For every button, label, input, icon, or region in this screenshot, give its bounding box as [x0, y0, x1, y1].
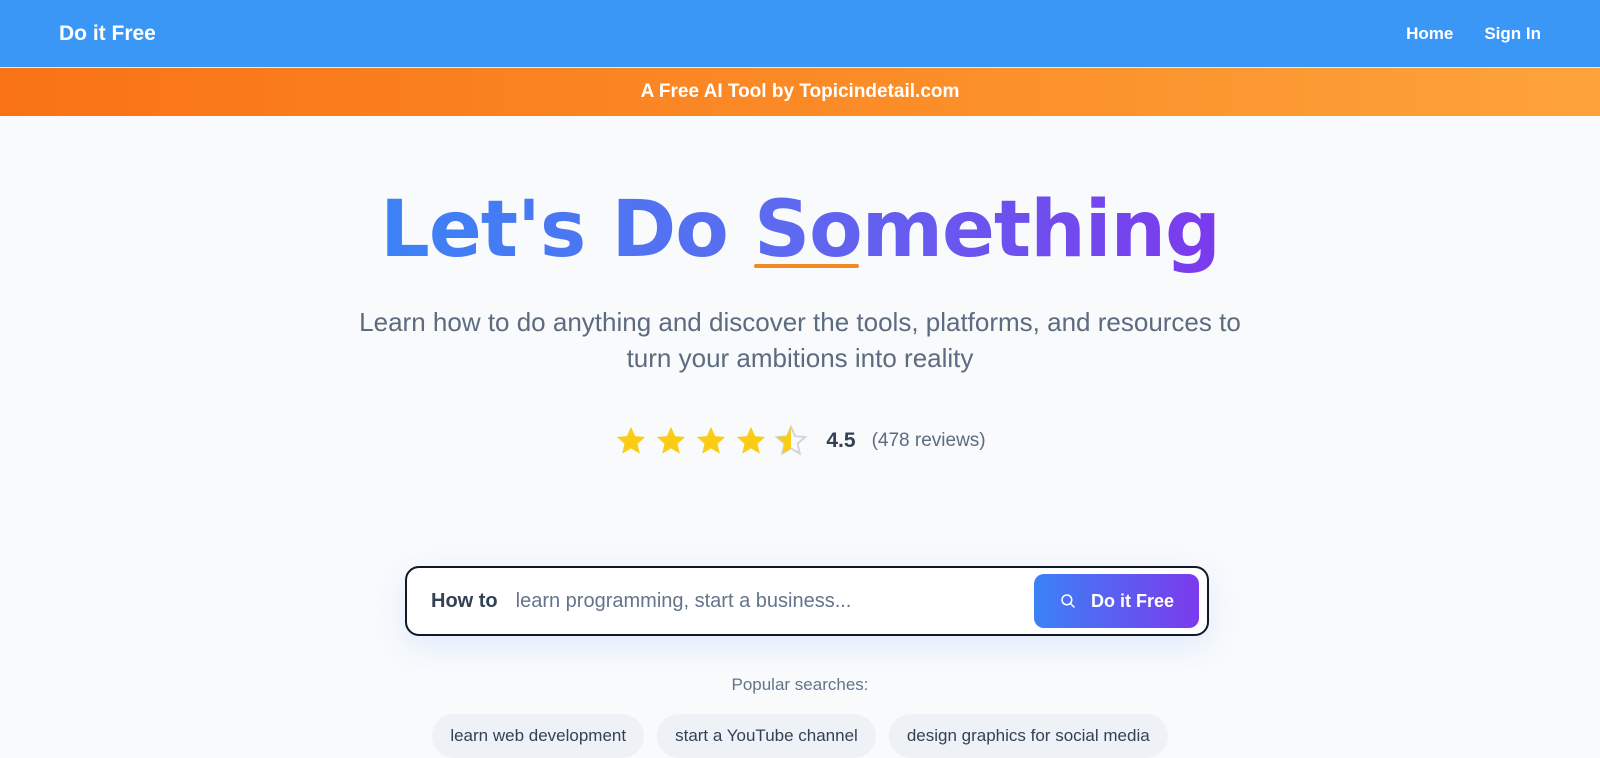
star-icon	[617, 426, 646, 454]
do-it-free-button-label: Do it Free	[1090, 590, 1174, 611]
title-underline	[754, 264, 859, 268]
star-icon	[697, 426, 726, 454]
promo-banner-text: A Free AI Tool by Topicindetail.com	[640, 81, 960, 102]
rating-value: 4.5	[826, 429, 856, 452]
search-icon	[1061, 594, 1075, 608]
half-star-icon	[774, 424, 808, 456]
popular-searches-list: learn web development start a YouTube ch…	[0, 714, 1600, 758]
brand-logo[interactable]: Do it Free	[59, 22, 156, 46]
search-prefix-label: How to	[431, 589, 498, 612]
popular-searches-label: Popular searches:	[731, 675, 869, 694]
review-count: (478 reviews)	[871, 430, 986, 451]
search-bar: How to Do it Free	[405, 566, 1209, 636]
popular-search-chip[interactable]: start a YouTube channel	[657, 714, 876, 758]
star-rating	[614, 424, 808, 458]
top-navbar: Do it Free Home Sign In	[0, 0, 1600, 67]
star-icon	[737, 426, 766, 454]
search-input[interactable]	[515, 589, 1034, 613]
nav-home-link[interactable]: Home	[1406, 24, 1453, 44]
nav-sign-in-link[interactable]: Sign In	[1484, 24, 1541, 44]
popular-search-chip[interactable]: learn web development	[432, 714, 645, 758]
do-it-free-button[interactable]: Do it Free	[1034, 574, 1199, 628]
popular-search-chip[interactable]: design graphics for social media	[888, 714, 1168, 758]
hero-title-text: Let's Do Something	[380, 185, 1221, 275]
hero-subtitle: Learn how to do anything and discover th…	[359, 307, 1241, 373]
nav-links: Home Sign In	[1406, 24, 1541, 44]
promo-banner: A Free AI Tool by Topicindetail.com	[0, 67, 1600, 116]
rating-summary: 4.5 (478 reviews)	[0, 424, 1600, 458]
star-icon	[657, 426, 686, 454]
hero-title: Let's Do Something	[0, 186, 1600, 274]
